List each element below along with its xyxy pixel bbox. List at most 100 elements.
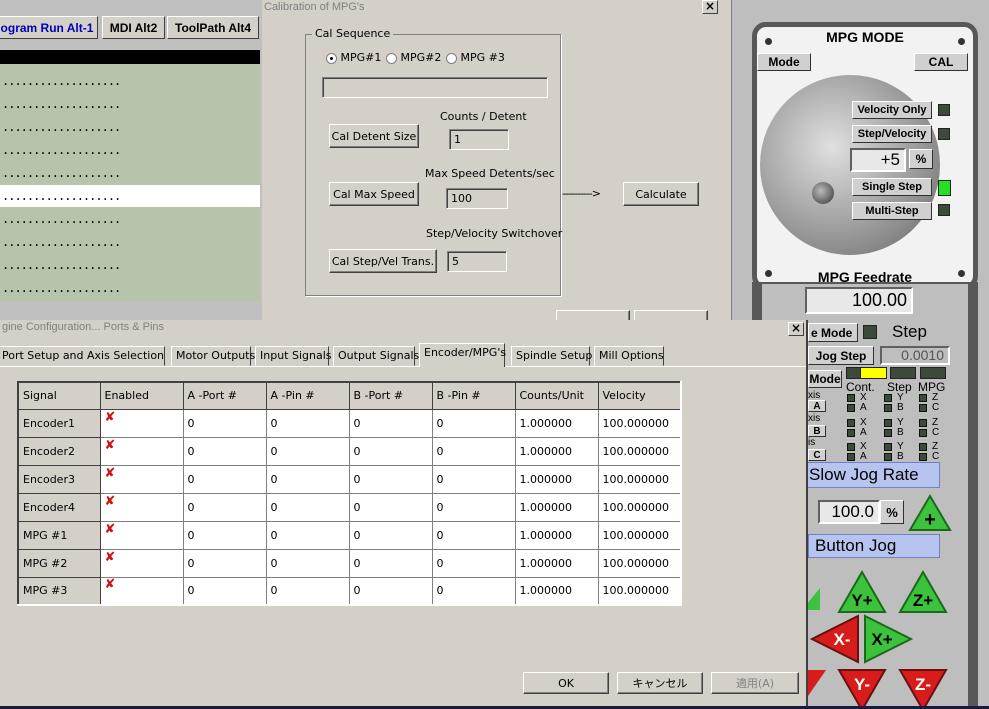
column-header[interactable]: Velocity — [597, 381, 682, 410]
jog-x-plus-button[interactable]: X+ — [863, 614, 914, 667]
disabled-x-icon[interactable]: ✘ — [105, 466, 116, 481]
jog-mode-button[interactable]: e Mode — [808, 323, 858, 342]
table-row[interactable]: MPG #2 ✘ 0 0 0 0 1.000000 100.000000 — [17, 548, 682, 578]
table-cell[interactable]: 0 — [432, 465, 516, 494]
jog-z-plus-button[interactable]: Z+ — [898, 569, 948, 617]
column-header[interactable]: B -Pin # — [431, 381, 516, 410]
column-header[interactable]: Counts/Unit — [514, 381, 599, 410]
gcode-line[interactable]: ................... — [0, 139, 260, 161]
column-header[interactable]: B -Port # — [348, 381, 433, 410]
encoder-table[interactable]: Signal Enabled A -Port # A -Pin # B -Port # B… — [17, 381, 682, 606]
radio-mpg2[interactable]: MPG#2 — [386, 51, 441, 64]
axis-a-button[interactable]: A — [808, 400, 826, 412]
column-header[interactable]: A -Pin # — [265, 381, 350, 410]
table-cell[interactable]: 100.000000 — [598, 493, 682, 522]
disabled-x-icon[interactable]: ✘ — [105, 494, 116, 509]
gcode-line[interactable]: ................... — [0, 277, 260, 299]
table-cell[interactable]: 0 — [432, 437, 516, 466]
close-icon[interactable]: × — [788, 322, 804, 336]
tab-2[interactable]: Input Signals — [255, 346, 332, 366]
disabled-x-icon[interactable]: ✘ — [105, 438, 116, 453]
table-cell[interactable]: 0 — [349, 465, 433, 494]
gcode-listing[interactable]: ........................................… — [0, 50, 260, 302]
table-cell[interactable]: 0 — [183, 465, 267, 494]
tab-5[interactable]: Spindle Setup — [511, 346, 592, 366]
close-icon[interactable]: × — [702, 0, 718, 14]
table-cell[interactable]: 0 — [432, 549, 516, 578]
gcode-line[interactable]: ................... — [0, 70, 260, 92]
multi-step-button[interactable]: Multi-Step — [852, 202, 932, 220]
table-cell[interactable]: 100.000000 — [598, 577, 682, 606]
tab-4[interactable]: Encoder/MPG's — [419, 343, 506, 367]
table-cell[interactable]: 1.000000 — [515, 493, 599, 522]
jog-step-button[interactable]: Jog Step — [808, 346, 874, 365]
table-cell[interactable]: 0 — [266, 493, 350, 522]
apply-button[interactable]: 適用(A) — [711, 672, 799, 694]
table-cell[interactable]: 1.000000 — [515, 521, 599, 550]
ok-button[interactable]: OK — [523, 672, 609, 694]
enabled-cell[interactable]: ✘ — [100, 493, 184, 522]
table-cell[interactable]: 100.000000 — [598, 465, 682, 494]
mode-button-2[interactable]: Mode — [808, 370, 842, 388]
gcode-line[interactable]: ................... — [0, 116, 260, 138]
table-cell[interactable]: 1.000000 — [515, 409, 599, 438]
table-cell[interactable]: 1.000000 — [515, 549, 599, 578]
tab-0[interactable]: Port Setup and Axis Selection — [0, 346, 165, 366]
table-cell[interactable]: 100.000000 — [598, 409, 682, 438]
percent-button[interactable]: % — [909, 149, 933, 169]
disabled-x-icon[interactable]: ✘ — [105, 577, 116, 592]
tab-toolpath[interactable]: ToolPath Alt4 — [167, 16, 259, 39]
table-cell[interactable]: 0 — [266, 549, 350, 578]
table-cell[interactable]: 100.000000 — [598, 549, 682, 578]
mode-button[interactable]: Mode — [757, 53, 811, 71]
axis-c-button[interactable]: C — [808, 449, 826, 461]
enabled-cell[interactable]: ✘ — [100, 577, 184, 606]
jog-x-minus-button[interactable]: X- — [809, 614, 860, 667]
jog-z-minus-button[interactable]: Z- — [898, 668, 948, 709]
gcode-line[interactable]: ................... — [0, 162, 260, 184]
table-row[interactable]: Encoder3 ✘ 0 0 0 0 1.000000 100.000000 — [17, 464, 682, 494]
tab-3[interactable]: Output Signals — [333, 346, 419, 366]
table-cell[interactable]: 0 — [183, 437, 267, 466]
step-velocity-button[interactable]: Step/Velocity — [852, 125, 932, 143]
table-cell[interactable]: 0 — [266, 437, 350, 466]
table-cell[interactable]: 0 — [349, 493, 433, 522]
cal-max-speed-button[interactable]: Cal Max Speed — [329, 182, 419, 206]
table-cell[interactable]: 1.000000 — [515, 437, 599, 466]
table-cell[interactable]: 0 — [183, 521, 267, 550]
disabled-x-icon[interactable]: ✘ — [105, 550, 116, 565]
table-cell[interactable]: 0 — [266, 577, 350, 606]
axis-b-button[interactable]: B — [808, 425, 826, 437]
table-row[interactable]: Encoder2 ✘ 0 0 0 0 1.000000 100.000000 — [17, 436, 682, 466]
tab-1[interactable]: Motor Outputs — [171, 346, 255, 366]
table-cell[interactable]: 0 — [349, 409, 433, 438]
cal-button[interactable]: CAL — [914, 53, 968, 71]
disabled-x-icon[interactable]: ✘ — [105, 522, 116, 537]
gcode-line[interactable]: ................... — [0, 208, 260, 230]
table-cell[interactable]: 0 — [266, 465, 350, 494]
single-step-button[interactable]: Single Step — [852, 178, 932, 196]
enabled-cell[interactable]: ✘ — [100, 437, 184, 466]
enabled-cell[interactable]: ✘ — [100, 549, 184, 578]
table-cell[interactable]: 0 — [183, 409, 267, 438]
table-cell[interactable]: 1.000000 — [515, 465, 599, 494]
enabled-cell[interactable]: ✘ — [100, 409, 184, 438]
gcode-line[interactable]: ................... — [0, 185, 260, 207]
table-cell[interactable]: 0 — [432, 409, 516, 438]
cal-step-vel-button[interactable]: Cal Step/Vel Trans. — [329, 249, 437, 273]
table-cell[interactable]: 0 — [432, 493, 516, 522]
jog-rate-plus-button[interactable]: + — [908, 494, 952, 535]
radio-mpg3[interactable]: MPG #3 — [446, 51, 505, 64]
table-cell[interactable]: 100.000000 — [598, 521, 682, 550]
counts-field[interactable]: 1 — [449, 129, 509, 150]
enabled-cell[interactable]: ✘ — [100, 521, 184, 550]
disabled-x-icon[interactable]: ✘ — [105, 410, 116, 425]
column-header[interactable]: Signal — [17, 381, 101, 410]
table-cell[interactable]: 0 — [432, 521, 516, 550]
radio-mpg1[interactable]: MPG#1 — [326, 51, 381, 64]
gcode-line[interactable]: ................... — [0, 93, 260, 115]
table-cell[interactable]: 0 — [432, 577, 516, 606]
column-header[interactable]: Enabled — [99, 381, 184, 410]
table-row[interactable]: Encoder4 ✘ 0 0 0 0 1.000000 100.000000 — [17, 492, 682, 522]
gcode-line[interactable]: ................... — [0, 231, 260, 253]
